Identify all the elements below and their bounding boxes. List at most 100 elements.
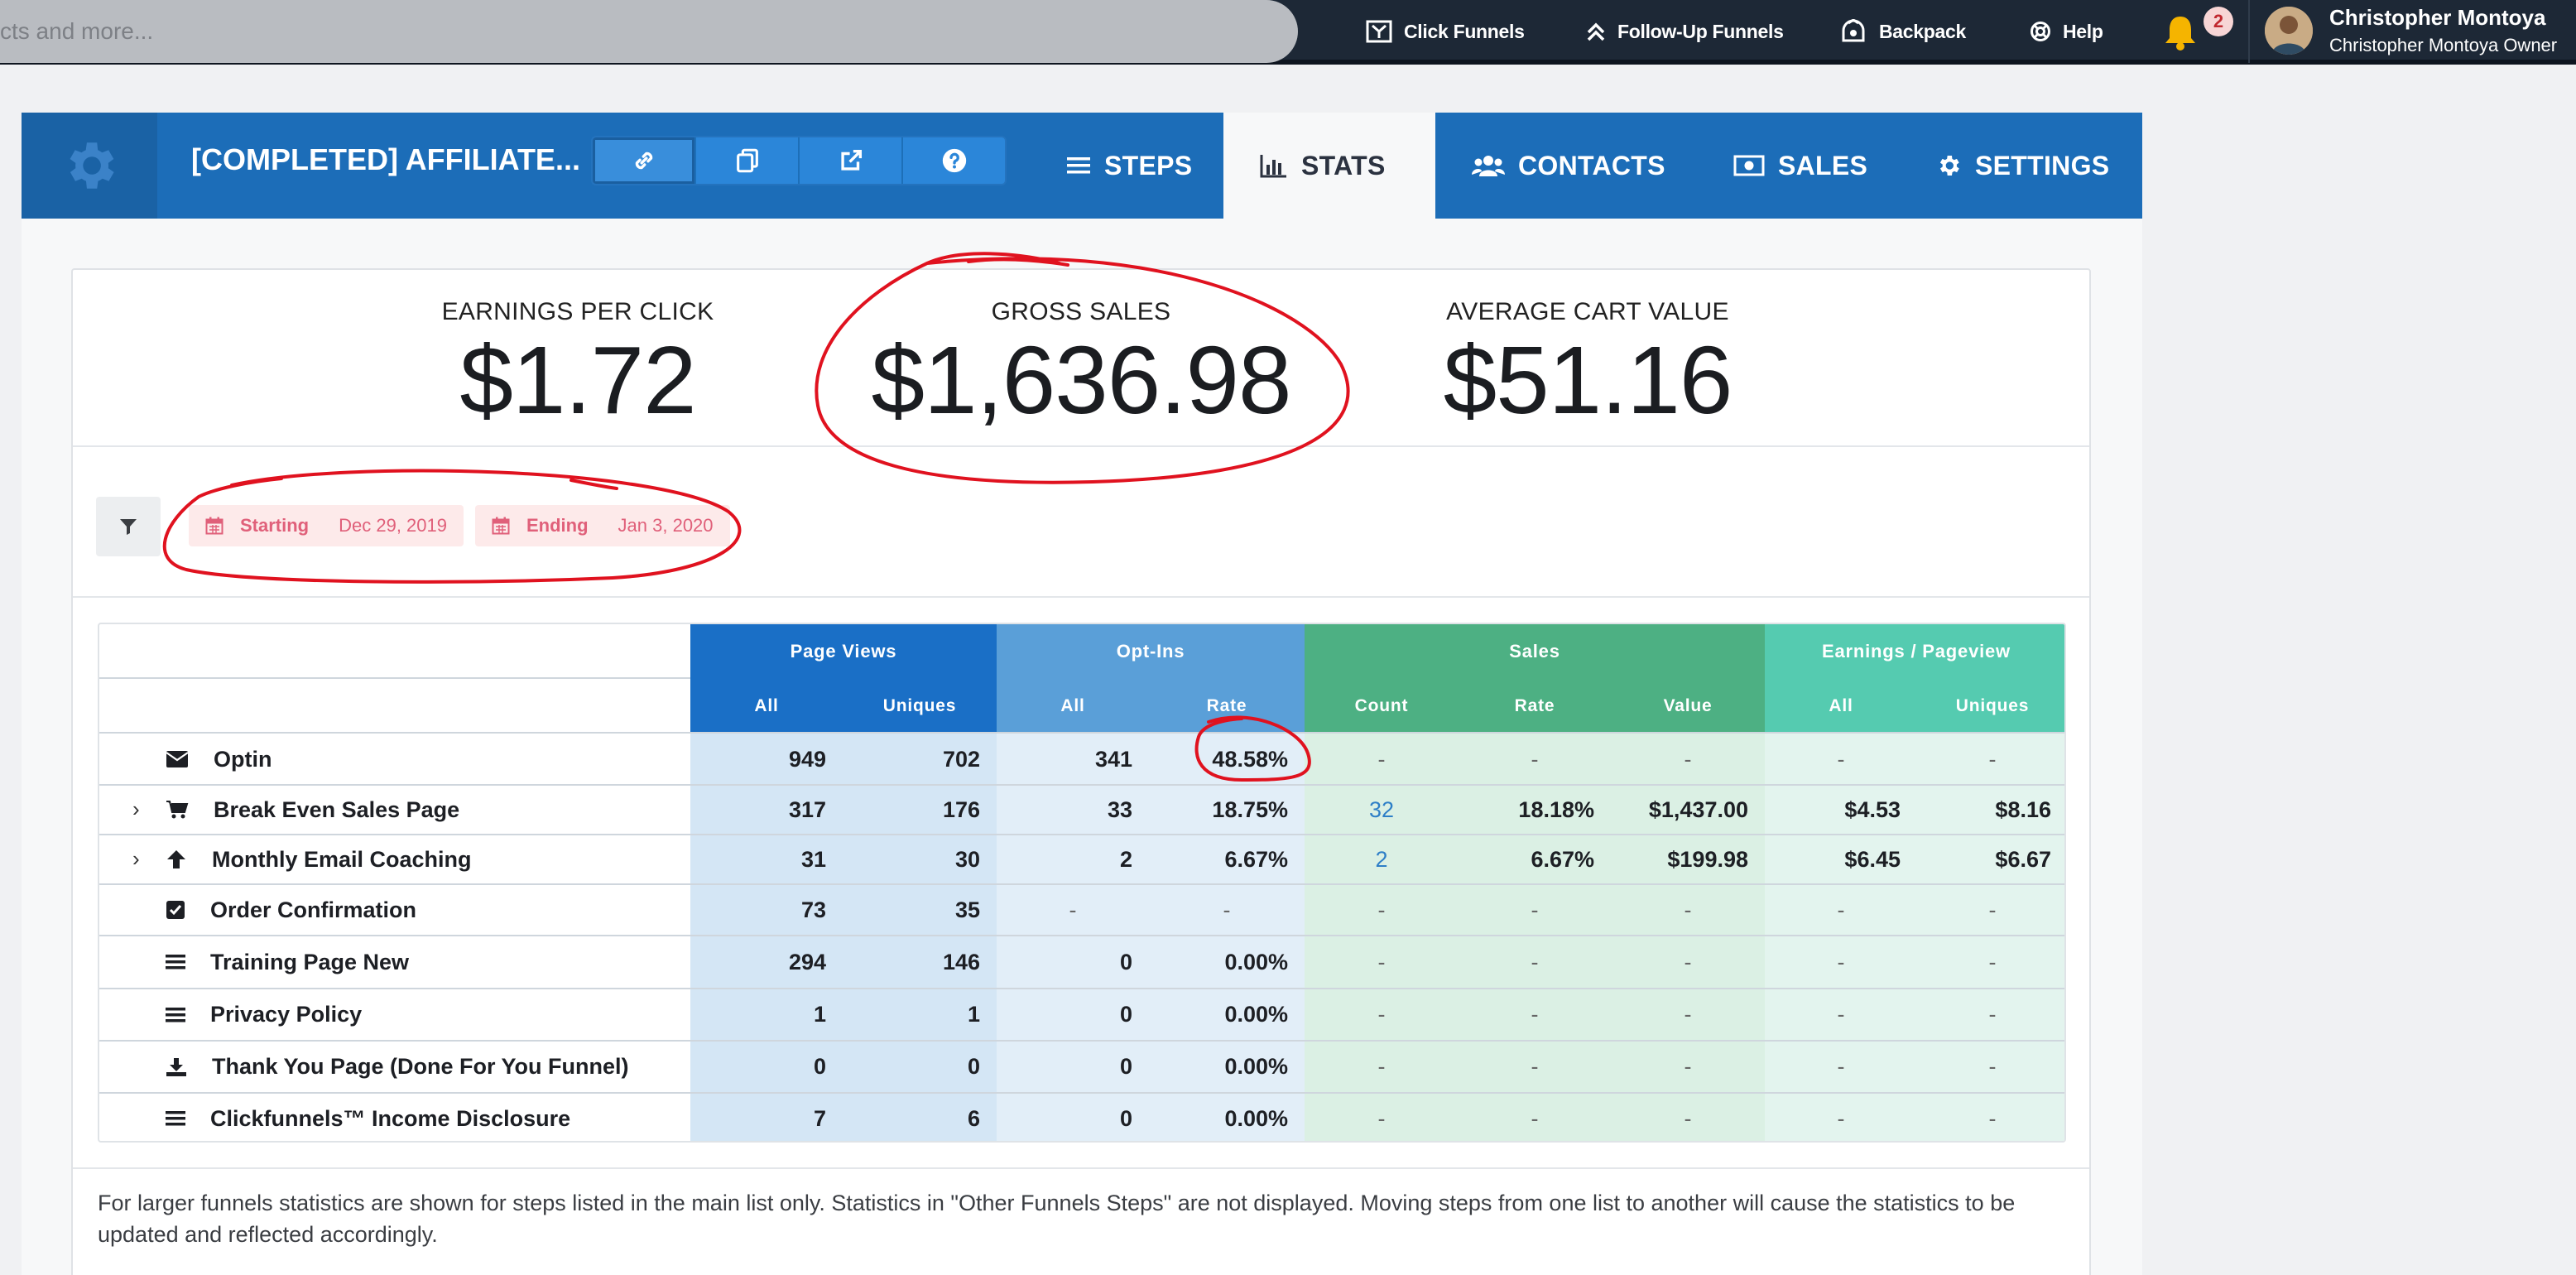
cell-pageviews-all: 949: [788, 746, 826, 772]
tab-label: SETTINGS: [1975, 150, 2110, 180]
step-name[interactable]: Thank You Page (Done For You Funnel): [166, 1041, 629, 1093]
step-name[interactable]: Optin: [166, 734, 272, 785]
nav-link-follow-up-funnels[interactable]: Follow-Up Funnels: [1586, 0, 1784, 63]
copy-icon: [736, 148, 758, 173]
subheader-sales-value[interactable]: Value: [1611, 679, 1765, 734]
step-name[interactable]: Break Even Sales Page: [166, 785, 459, 835]
subheader-sales-count[interactable]: Count: [1305, 679, 1459, 734]
starting-date-value: Dec 29, 2019: [339, 515, 447, 536]
stats-footnote: For larger funnels statistics are shown …: [98, 1191, 2016, 1247]
step-name[interactable]: Privacy Policy: [166, 989, 362, 1041]
cell-sales-value: -: [1684, 949, 1692, 974]
cell-optins-all: 2: [1119, 846, 1132, 872]
money-icon: [1733, 155, 1765, 176]
clickfunnels-icon: [1366, 20, 1392, 43]
step-name-label: Monthly Email Coaching: [212, 846, 472, 872]
cell-earnings-uniques: -: [1988, 746, 1997, 772]
step-name-label: Order Confirmation: [210, 897, 417, 922]
filter-button[interactable]: [96, 497, 161, 556]
step-name-label: Privacy Policy: [210, 1002, 363, 1027]
subheader-optins-all[interactable]: All: [997, 679, 1149, 734]
ending-date-chip[interactable]: Ending Jan 3, 2020: [475, 505, 730, 546]
cell-earnings-all: -: [1837, 897, 1845, 922]
step-name[interactable]: Training Page New: [166, 936, 409, 989]
tab-label: STEPS: [1104, 150, 1193, 180]
tab-contacts[interactable]: CONTACTS: [1472, 113, 1665, 219]
menu-lines-icon: [166, 953, 199, 971]
copy-link-button[interactable]: [593, 137, 696, 184]
cell-sales-value: -: [1684, 897, 1692, 922]
cell-optins-rate: 0.00%: [1224, 1105, 1288, 1131]
user-subtitle: Christopher Montoya Owner: [2329, 35, 2558, 55]
step-name[interactable]: Clickfunnels™ Income Disclosure: [166, 1093, 571, 1141]
tab-sales[interactable]: SALES: [1733, 113, 1867, 219]
cell-earnings-all: -: [1837, 1054, 1845, 1079]
group-header-opt-ins: Opt-Ins: [997, 624, 1305, 679]
calendar-icon: [492, 517, 510, 535]
nav-link-backpack[interactable]: Backpack: [1839, 0, 1966, 63]
subheader-pageviews-all[interactable]: All: [690, 679, 843, 734]
metric-value-avg-cart: $51.16: [1443, 326, 1733, 434]
group-header-earnings: Earnings / Pageview: [1765, 624, 2064, 679]
subheader-earnings-all[interactable]: All: [1765, 679, 1917, 734]
external-link-icon: [840, 149, 862, 171]
cell-sales-rate: -: [1531, 1002, 1539, 1027]
tab-stats[interactable]: STATS: [1223, 113, 1435, 219]
nav-link-label: Help: [2063, 20, 2103, 42]
tab-steps[interactable]: STEPS: [1066, 113, 1192, 219]
subheader-optins-rate[interactable]: Rate: [1149, 679, 1305, 734]
subheader-earnings-uniques[interactable]: Uniques: [1917, 679, 2064, 734]
divider: [73, 1167, 2089, 1169]
cell-pageviews-all: 7: [813, 1105, 826, 1131]
cell-sales-value: $1,437.00: [1648, 796, 1748, 822]
nav-link-click-funnels[interactable]: Click Funnels: [1366, 0, 1525, 63]
global-search-input[interactable]: cts and more...: [0, 0, 1298, 63]
search-placeholder: cts and more...: [0, 18, 154, 44]
starting-date-chip[interactable]: Starting Dec 29, 2019: [189, 505, 464, 546]
cell-sales-count: -: [1377, 949, 1386, 974]
stats-table: Page Views Opt-Ins Sales Earnings / Page…: [98, 623, 2066, 1143]
ending-date-value: Jan 3, 2020: [618, 515, 714, 536]
subheader-pageviews-uniques[interactable]: Uniques: [843, 679, 997, 734]
cell-optins-all: 0: [1119, 949, 1132, 974]
step-name[interactable]: Order Confirmation: [166, 884, 416, 936]
cell-sales-rate: 18.18%: [1518, 796, 1594, 822]
funnel-title: [COMPLETED] AFFILIATE...: [191, 142, 580, 176]
metric-label-avg-cart: AVERAGE CART VALUE: [1446, 298, 1729, 325]
step-name-label: Clickfunnels™ Income Disclosure: [210, 1105, 571, 1131]
avatar[interactable]: [2265, 7, 2313, 55]
open-external-button[interactable]: [800, 137, 903, 184]
step-name[interactable]: Monthly Email Coaching: [166, 835, 472, 884]
cell-earnings-all: $4.53: [1844, 796, 1901, 822]
group-header-sales: Sales: [1305, 624, 1765, 679]
nav-link-help[interactable]: Help: [2030, 0, 2103, 63]
cell-pageviews-uniques: 702: [942, 746, 980, 772]
cell-sales-count[interactable]: 32: [1305, 785, 1459, 835]
subheader-sales-rate[interactable]: Rate: [1459, 679, 1611, 734]
duplicate-button[interactable]: [696, 137, 800, 184]
notification-badge: 2: [2204, 7, 2233, 36]
link-icon: [635, 152, 652, 170]
tab-label: STATS: [1301, 150, 1386, 180]
user-name[interactable]: Christopher Montoya: [2329, 5, 2545, 31]
cell-sales-count[interactable]: 2: [1305, 835, 1459, 884]
cell-sales-rate: -: [1531, 897, 1539, 922]
calendar-icon: [205, 517, 223, 535]
cell-optins-rate: 0.00%: [1224, 1054, 1288, 1079]
arrow-up-icon: [166, 849, 200, 870]
notifications-button[interactable]: 2: [2162, 7, 2233, 53]
cell-earnings-uniques: -: [1988, 1105, 1997, 1131]
cell-optins-rate: 18.75%: [1212, 796, 1288, 822]
cell-pageviews-all: 73: [800, 897, 826, 922]
cell-earnings-uniques: -: [1988, 1054, 1997, 1079]
tab-settings[interactable]: SETTINGS: [1935, 113, 2109, 219]
expand-row-chevron-icon[interactable]: ›: [132, 846, 140, 872]
cell-sales-count: -: [1377, 1054, 1386, 1079]
cell-sales-value: -: [1684, 1105, 1692, 1131]
step-name-label: Break Even Sales Page: [214, 796, 460, 822]
cell-sales-count: -: [1377, 897, 1386, 922]
expand-row-chevron-icon[interactable]: ›: [132, 796, 140, 822]
funnel-gear-button[interactable]: [22, 113, 157, 219]
help-button[interactable]: [903, 137, 1005, 184]
starting-label: Starting: [240, 515, 310, 536]
